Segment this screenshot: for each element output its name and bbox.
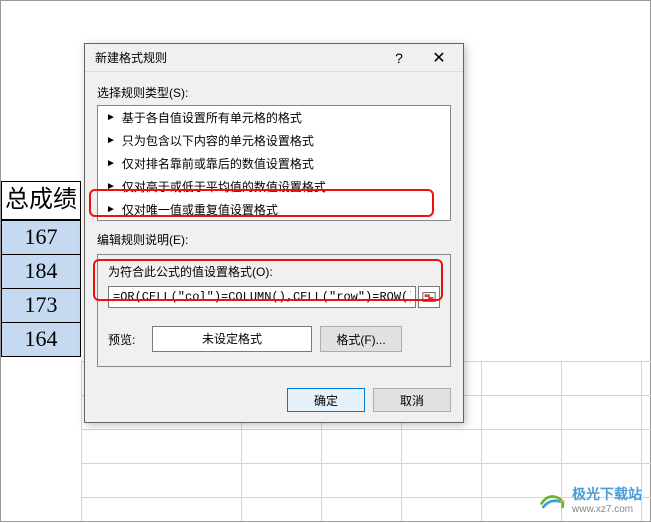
cancel-button[interactable]: 取消 — [373, 388, 451, 412]
preview-label: 预览: — [108, 331, 144, 348]
rule-type-label: 只为包含以下内容的单元格设置格式 — [122, 132, 314, 149]
format-button[interactable]: 格式(F)... — [320, 326, 402, 352]
cell-value[interactable]: 167 — [1, 221, 81, 255]
visible-column: 总成绩 167 184 173 164 — [1, 181, 81, 357]
cell-value[interactable]: 164 — [1, 323, 81, 357]
rule-type-item[interactable]: ► 仅对排名靠前或靠后的数值设置格式 — [98, 152, 450, 175]
watermark-name: 极光下载站 — [572, 486, 642, 502]
rule-type-label: 基于各自值设置所有单元格的格式 — [122, 109, 302, 126]
arrow-icon: ► — [106, 181, 116, 192]
rule-type-label: 仅对排名靠前或靠后的数值设置格式 — [122, 155, 314, 172]
format-preview: 未设定格式 — [152, 326, 312, 352]
close-button[interactable]: ✕ — [419, 46, 459, 70]
arrow-icon: ► — [106, 112, 116, 123]
watermark-icon — [538, 486, 566, 514]
cell-value[interactable]: 184 — [1, 255, 81, 289]
arrow-icon: ► — [106, 135, 116, 146]
rule-type-list[interactable]: ► 基于各自值设置所有单元格的格式 ► 只为包含以下内容的单元格设置格式 ► 仅对排名… — [97, 105, 451, 221]
formula-condition-label: 为符合此公式的值设置格式(O): — [108, 263, 440, 280]
cell-value[interactable]: 173 — [1, 289, 81, 323]
rule-description-box: 为符合此公式的值设置格式(O): 预览: 未设定格式 格式(F)... — [97, 254, 451, 367]
select-rule-type-label: 选择规则类型(S): — [97, 84, 451, 101]
rule-type-label: 仅对高于或低于平均值的数值设置格式 — [122, 178, 326, 195]
range-select-icon — [422, 290, 436, 304]
rule-type-label: 仅对唯一值或重复值设置格式 — [122, 201, 278, 218]
dialog-title: 新建格式规则 — [95, 49, 379, 66]
column-header: 总成绩 — [1, 181, 81, 221]
help-button[interactable]: ? — [379, 46, 419, 70]
edit-rule-description-label: 编辑规则说明(E): — [97, 231, 451, 248]
new-formatting-rule-dialog: 新建格式规则 ? ✕ 选择规则类型(S): ► 基于各自值设置所有单元格的格式 ►… — [84, 43, 464, 423]
arrow-icon: ► — [106, 204, 116, 215]
rule-type-item[interactable]: ► 只为包含以下内容的单元格设置格式 — [98, 129, 450, 152]
watermark: 极光下载站 www.xz7.com — [538, 484, 642, 515]
rule-type-item[interactable]: ► 仅对唯一值或重复值设置格式 — [98, 198, 450, 221]
arrow-icon: ► — [106, 158, 116, 169]
watermark-url: www.xz7.com — [572, 504, 642, 515]
rule-type-item[interactable]: ► 基于各自值设置所有单元格的格式 — [98, 106, 450, 129]
rule-type-item[interactable]: ► 仅对高于或低于平均值的数值设置格式 — [98, 175, 450, 198]
dialog-titlebar: 新建格式规则 ? ✕ — [85, 44, 463, 72]
ok-button[interactable]: 确定 — [287, 388, 365, 412]
collapse-dialog-button[interactable] — [418, 286, 440, 308]
formula-input[interactable] — [108, 286, 416, 308]
